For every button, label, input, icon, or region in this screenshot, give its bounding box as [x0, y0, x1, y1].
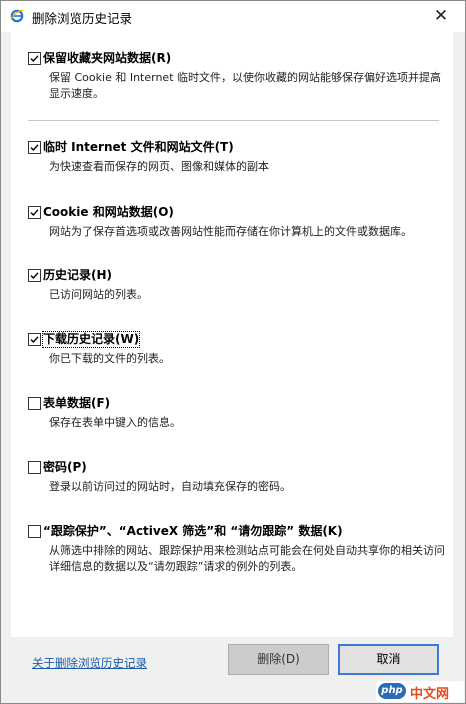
option-row: 历史记录(H) — [28, 268, 448, 284]
option-form-data: 表单数据(F) 保存在表单中键入的信息。 — [28, 396, 448, 431]
cancel-button[interactable]: 取消 — [338, 644, 439, 675]
checkbox-temp-internet-files[interactable] — [28, 141, 41, 154]
option-cookies: Cookie 和网站数据(O) 网站为了保存首选项或改善网站性能而存储在你计算机上… — [28, 205, 448, 240]
option-description: 从筛选中排除的网站、跟踪保护用来检测站点可能会在何处自动共享你的相关访问详细信息… — [49, 544, 445, 573]
option-tracking-protection-data: “跟踪保护”、“ActiveX 筛选”和 “请勿跟踪” 数据(K) 从筛选中排除的… — [28, 524, 448, 575]
checkmark-icon — [30, 272, 39, 280]
checkbox-history[interactable] — [28, 269, 41, 282]
checkbox-download-history[interactable] — [28, 333, 41, 346]
option-row: 表单数据(F) — [28, 396, 448, 412]
watermark-badge: php — [378, 683, 406, 699]
option-label[interactable]: 临时 Internet 文件和网站文件(T) — [43, 140, 234, 155]
option-label[interactable]: 密码(P) — [43, 460, 87, 475]
option-row: 临时 Internet 文件和网站文件(T) — [28, 140, 448, 156]
checkmark-icon — [30, 144, 39, 152]
option-row: 密码(P) — [28, 460, 448, 476]
internet-explorer-icon — [10, 9, 24, 23]
checkmark-icon — [30, 209, 39, 217]
delete-browsing-history-dialog: 删除浏览历史记录 ✕ 保留收藏夹网站数据(R) 保留 Cookie 和 Inter… — [0, 0, 466, 704]
option-label[interactable]: 历史记录(H) — [43, 268, 112, 283]
checkbox-preserve-favorites[interactable] — [28, 52, 41, 65]
option-download-history: 下载历史记录(W) 你已下载的文件的列表。 — [28, 331, 448, 367]
option-description: 保存在表单中键入的信息。 — [49, 416, 181, 429]
watermark-logo: php 中文网 — [376, 681, 464, 702]
option-label[interactable]: 保留收藏夹网站数据(R) — [43, 51, 171, 66]
option-row: “跟踪保护”、“ActiveX 筛选”和 “请勿跟踪” 数据(K) — [28, 524, 448, 540]
option-label[interactable]: 表单数据(F) — [43, 396, 110, 411]
option-description: 登录以前访问过的网站时，自动填充保存的密码。 — [49, 480, 291, 493]
option-passwords: 密码(P) 登录以前访问过的网站时，自动填充保存的密码。 — [28, 460, 448, 495]
checkmark-icon — [30, 336, 39, 344]
option-description: 为快速查看而保存的网页、图像和媒体的副本 — [49, 160, 269, 173]
checkmark-icon — [30, 55, 39, 63]
option-description: 已访问网站的列表。 — [49, 288, 148, 301]
option-row: 下载历史记录(W) — [28, 331, 448, 348]
option-description: 网站为了保存首选项或改善网站性能而存储在你计算机上的文件或数据库。 — [49, 225, 412, 238]
option-label[interactable]: 下载历史记录(W) — [41, 331, 141, 348]
window-title: 删除浏览历史记录 — [32, 11, 133, 26]
option-row: 保留收藏夹网站数据(R) — [28, 51, 448, 67]
delete-button[interactable]: 删除(D) — [228, 644, 329, 675]
option-label[interactable]: “跟踪保护”、“ActiveX 筛选”和 “请勿跟踪” 数据(K) — [43, 524, 343, 539]
title-bar: 删除浏览历史记录 ✕ — [1, 1, 465, 32]
checkbox-form-data[interactable] — [28, 397, 41, 410]
divider — [28, 120, 439, 121]
checkbox-cookies[interactable] — [28, 206, 41, 219]
option-row: Cookie 和网站数据(O) — [28, 205, 448, 221]
close-button[interactable]: ✕ — [431, 6, 451, 26]
watermark-text: 中文网 — [410, 687, 450, 702]
option-history: 历史记录(H) 已访问网站的列表。 — [28, 268, 448, 303]
option-temp-internet-files: 临时 Internet 文件和网站文件(T) 为快速查看而保存的网页、图像和媒体的… — [28, 140, 448, 175]
option-label[interactable]: Cookie 和网站数据(O) — [43, 205, 174, 220]
close-icon: ✕ — [433, 6, 449, 26]
option-description: 保留 Cookie 和 Internet 临时文件，以使你收藏的网站能够保存偏好… — [49, 71, 441, 100]
checkbox-tracking-protection-data[interactable] — [28, 525, 41, 538]
option-preserve-favorites: 保留收藏夹网站数据(R) 保留 Cookie 和 Internet 临时文件，以使… — [28, 51, 448, 102]
about-delete-history-link[interactable]: 关于删除浏览历史记录 — [32, 655, 147, 671]
checkbox-passwords[interactable] — [28, 461, 41, 474]
options-panel: 保留收藏夹网站数据(R) 保留 Cookie 和 Internet 临时文件，以使… — [11, 32, 453, 637]
option-description: 你已下载的文件的列表。 — [49, 352, 170, 365]
